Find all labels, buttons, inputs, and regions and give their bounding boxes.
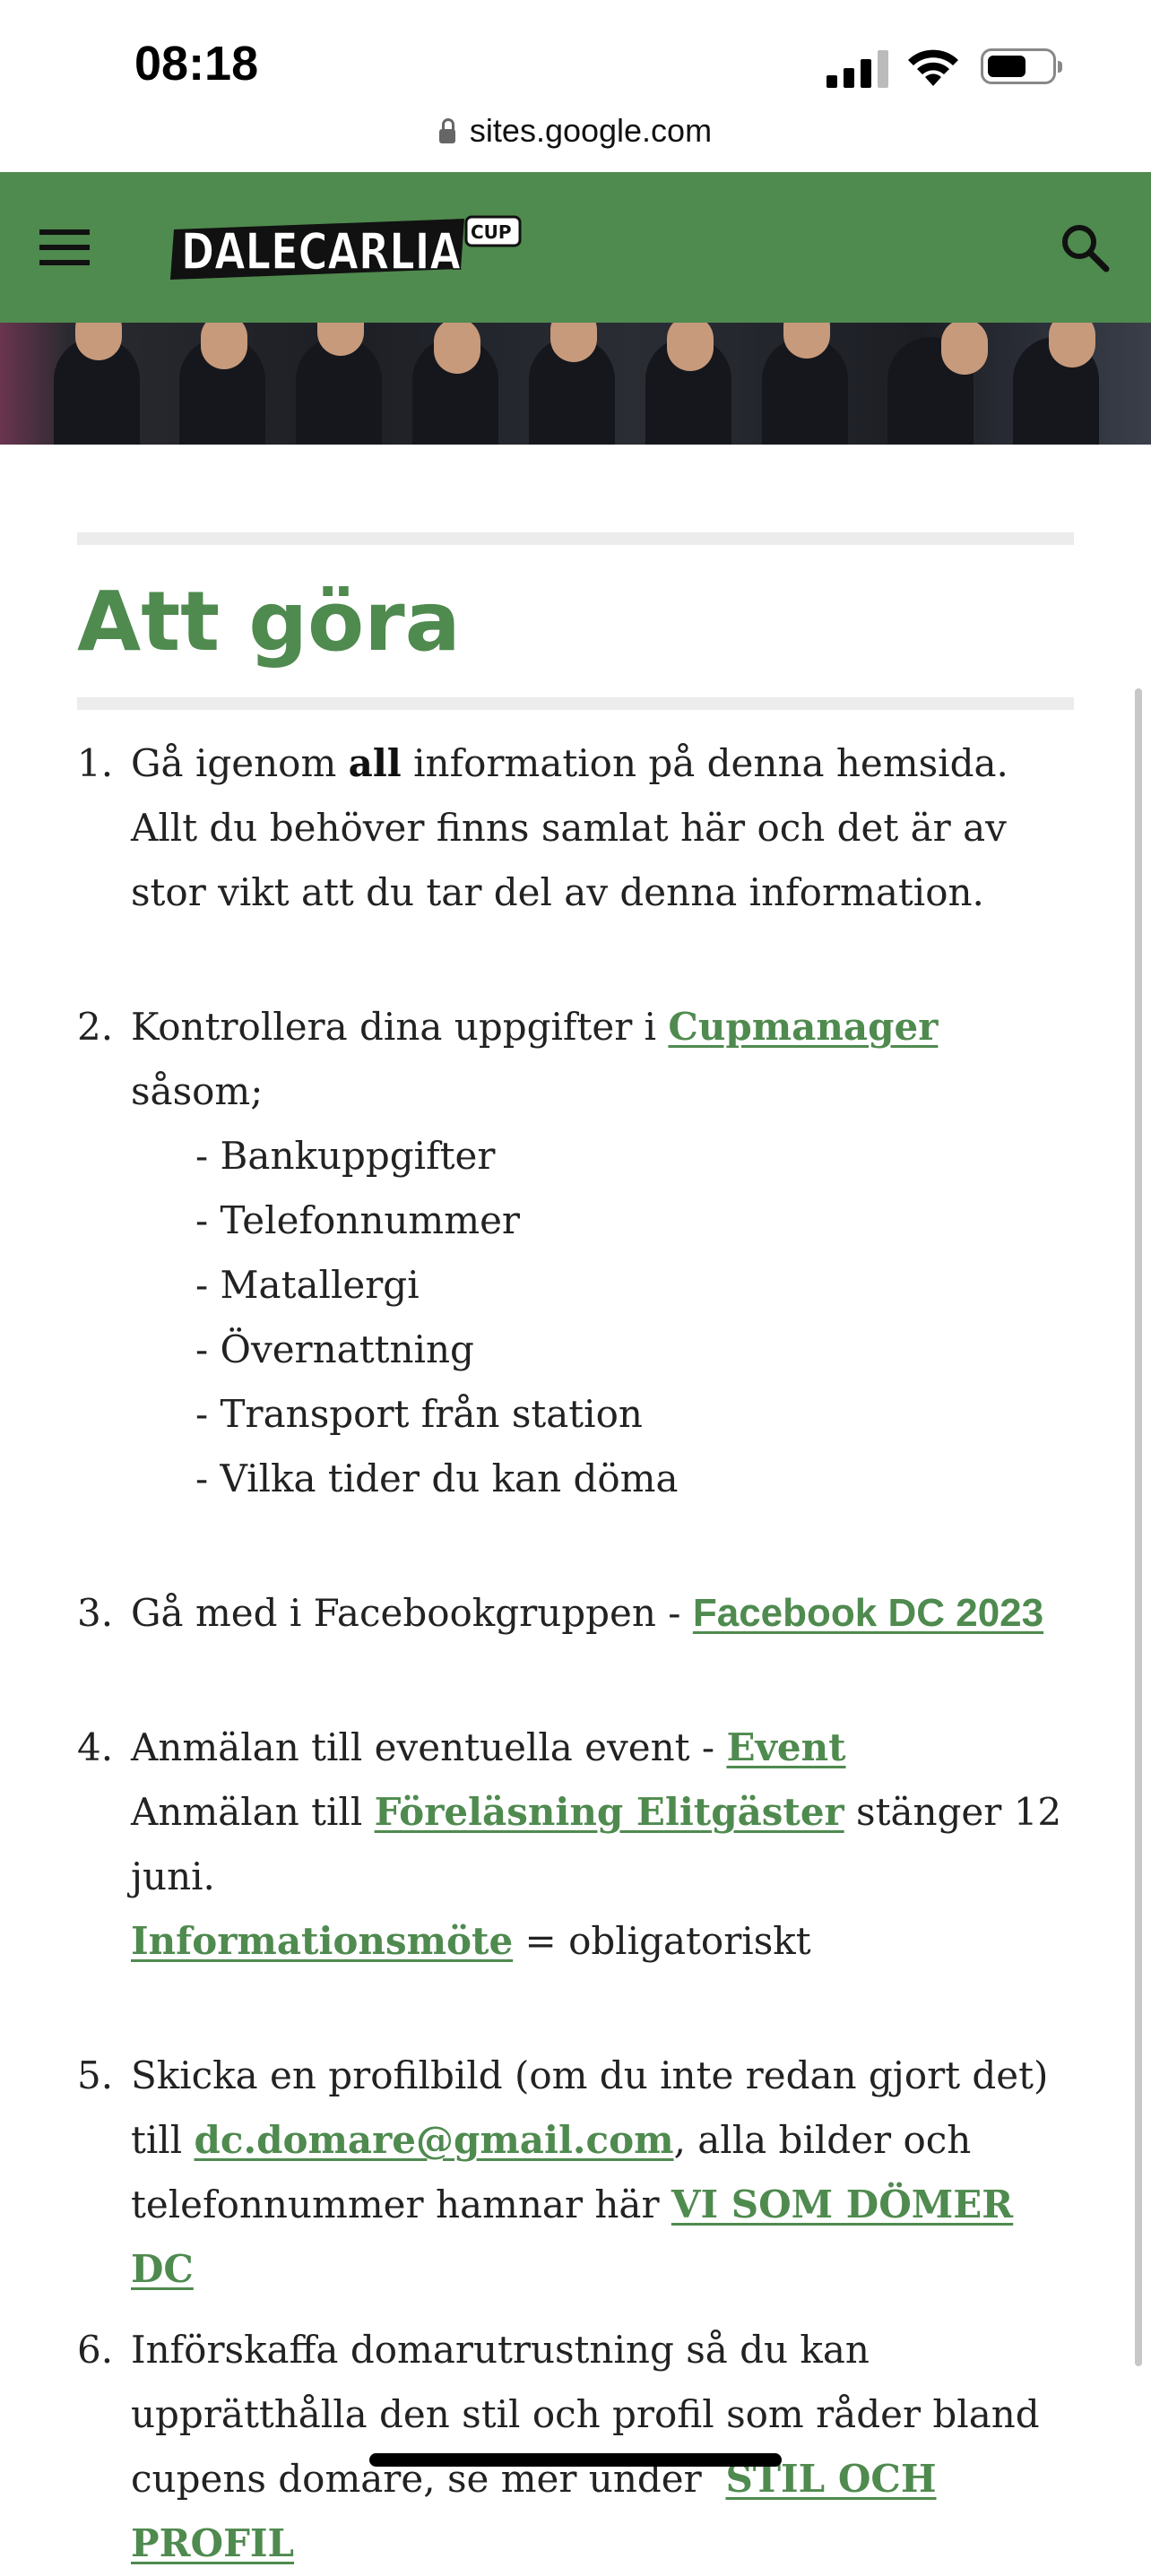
wifi-icon — [908, 49, 958, 86]
cellular-signal-icon — [826, 47, 889, 88]
divider — [77, 532, 1074, 545]
site-header: DALECARLIA CUP — [0, 172, 1151, 323]
page-title: Att göra — [77, 574, 461, 670]
sub-item: - Vilka tider du kan döma — [195, 1457, 679, 1500]
email-link[interactable]: dc.domare@gmail.com — [195, 2118, 674, 2162]
lock-icon — [438, 118, 455, 143]
sub-item: - Övernattning — [195, 1327, 474, 1371]
url-text: sites.google.com — [469, 112, 713, 149]
sub-item: - Telefonnummer — [195, 1198, 521, 1242]
list-item: 4. Anmälan till eventuella event - Event… — [77, 1725, 1062, 1963]
list-item: 6. Införskaffa domarutrustning så du kan… — [77, 2328, 1052, 2565]
status-time: 08:18 — [134, 37, 259, 91]
sub-item: - Matallergi — [195, 1263, 420, 1307]
sub-item: - Transport från station — [195, 1392, 643, 1436]
svg-text:CUP: CUP — [471, 221, 512, 243]
cupmanager-link[interactable]: Cupmanager — [668, 1005, 938, 1049]
list-item: 1. Gå igenom all information på denna he… — [77, 741, 1008, 914]
dalecarlia-cup-logo[interactable]: DALECARLIA CUP — [169, 212, 531, 285]
status-bar: 08:18 — [0, 0, 1151, 108]
home-indicator[interactable] — [369, 2453, 782, 2467]
forelasning-elitgaster-link[interactable]: Föreläsning Elitgäster — [375, 1790, 844, 1834]
search-icon[interactable] — [1060, 222, 1110, 272]
scrollbar[interactable] — [1135, 688, 1142, 2366]
hamburger-menu-icon[interactable] — [39, 229, 90, 265]
divider — [77, 697, 1074, 710]
sub-list: - Bankuppgifter - Telefonnummer - Matall… — [131, 1124, 1074, 1511]
todo-list: 1. Gå igenom all information på denna he… — [77, 731, 1074, 2576]
list-item: 3. Gå med i Facebookgruppen - Facebook D… — [77, 1591, 1044, 1635]
informationsmote-link[interactable]: Informationsmöte — [131, 1919, 513, 1963]
battery-icon — [981, 48, 1062, 84]
event-link[interactable]: Event — [726, 1725, 845, 1769]
list-item: 5. Skicka en profilbild (om du inte reda… — [77, 2053, 1049, 2291]
facebook-group-link[interactable]: Facebook DC 2023 — [693, 1591, 1043, 1635]
svg-text:DALECARLIA: DALECARLIA — [181, 223, 462, 281]
main-content: Att göra 1. Gå igenom all information på… — [77, 532, 1074, 2576]
address-bar[interactable]: sites.google.com — [0, 108, 1151, 172]
sub-item: - Bankuppgifter — [195, 1134, 496, 1178]
list-item: 2. Kontrollera dina uppgifter i Cupmanag… — [77, 995, 1074, 1511]
hero-image — [0, 323, 1151, 445]
